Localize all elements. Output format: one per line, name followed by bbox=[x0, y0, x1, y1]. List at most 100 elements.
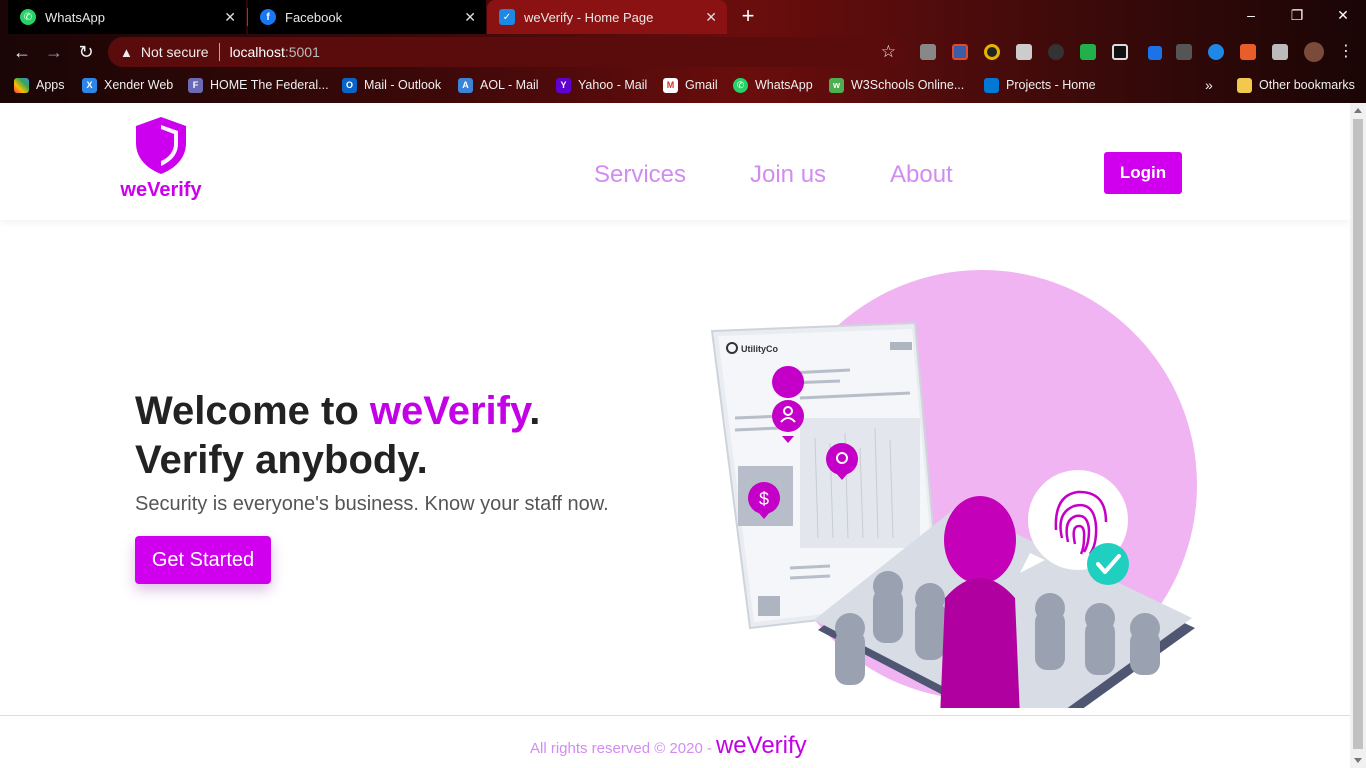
adblock-extension-icon[interactable] bbox=[1080, 44, 1096, 60]
bookmark-xender[interactable]: X Xender Web bbox=[82, 76, 173, 94]
avatar[interactable] bbox=[1304, 42, 1324, 62]
other-bookmarks[interactable]: Other bookmarks bbox=[1237, 76, 1355, 94]
hero-subtitle: Security is everyone's business. Know yo… bbox=[135, 493, 609, 515]
document-label: UtilityCo bbox=[741, 344, 779, 354]
login-button[interactable]: Login bbox=[1104, 152, 1182, 194]
bookmark-label: Gmail bbox=[685, 78, 718, 92]
reload-icon[interactable]: ↻ bbox=[74, 41, 98, 63]
bookmark-label: AOL - Mail bbox=[480, 78, 539, 92]
circle-extension-icon[interactable] bbox=[984, 44, 1000, 60]
scrollbar-thumb[interactable] bbox=[1353, 119, 1363, 749]
hero-title-suffix: . bbox=[529, 389, 541, 433]
bookmark-label: Other bookmarks bbox=[1259, 78, 1355, 92]
person-extension-icon[interactable] bbox=[1208, 44, 1224, 60]
tab-weverify[interactable]: ✓ weVerify - Home Page ✕ bbox=[487, 0, 727, 34]
whatsapp-icon: ✆ bbox=[733, 77, 748, 93]
tab-facebook[interactable]: f Facebook ✕ bbox=[248, 0, 486, 34]
camera-extension-icon[interactable] bbox=[920, 44, 936, 60]
bookmark-projects[interactable]: Projects - Home bbox=[984, 76, 1096, 94]
page-scrollbar[interactable] bbox=[1350, 103, 1366, 768]
hero-title-brand: weVerify bbox=[369, 389, 530, 433]
tab-title: weVerify - Home Page bbox=[524, 9, 654, 25]
bookmark-label: Xender Web bbox=[104, 78, 174, 92]
gmail-icon: M bbox=[663, 77, 678, 93]
bookmark-label: WhatsApp bbox=[755, 78, 813, 92]
scroll-up-arrow-icon[interactable] bbox=[1354, 108, 1362, 113]
scroll-down-arrow-icon[interactable] bbox=[1354, 758, 1362, 763]
hero-title-prefix: Welcome to bbox=[135, 389, 370, 433]
shield-extension-icon[interactable] bbox=[952, 44, 968, 60]
close-tab-icon[interactable]: ✕ bbox=[705, 9, 717, 26]
get-started-button[interactable]: Get Started bbox=[135, 536, 271, 584]
nav-join-us[interactable]: Join us bbox=[750, 161, 826, 189]
w3schools-icon: w bbox=[829, 77, 844, 93]
bookmark-aol[interactable]: A AOL - Mail bbox=[458, 76, 539, 94]
p-extension-icon[interactable] bbox=[1176, 44, 1192, 60]
forward-icon[interactable]: → bbox=[42, 41, 66, 63]
bookmark-label: Mail - Outlook bbox=[364, 78, 442, 92]
bookmark-star-icon[interactable]: ☆ bbox=[881, 42, 896, 62]
apps-grid-icon bbox=[14, 77, 29, 93]
url-host: localhost bbox=[229, 44, 285, 60]
bookmark-outlook[interactable]: O Mail - Outlook bbox=[342, 76, 441, 94]
browser-chrome: ✆ WhatsApp ✕ f Facebook ✕ ✓ weVerify - H… bbox=[0, 0, 1366, 103]
bookmarks-overflow[interactable]: » bbox=[1205, 76, 1213, 94]
bookmark-label: Projects - Home bbox=[1006, 78, 1096, 92]
bookmark-federal[interactable]: F HOME The Federal... bbox=[188, 76, 329, 94]
megaphone-extension-icon[interactable] bbox=[1240, 44, 1256, 60]
yahoo-icon: Y bbox=[556, 77, 571, 93]
brand-name: weVerify bbox=[120, 179, 202, 201]
azure-devops-icon bbox=[984, 77, 999, 93]
bookmark-label: Yahoo - Mail bbox=[578, 78, 648, 92]
check-badge-icon bbox=[1087, 543, 1129, 585]
verified-person-figure bbox=[940, 496, 1020, 708]
logo[interactable]: weVerify bbox=[118, 115, 204, 202]
close-tab-icon[interactable]: ✕ bbox=[464, 9, 476, 26]
browser-toolbar: ← → ↻ ▲ Not secure localhost :5001 ☆ ⋮ bbox=[0, 34, 1366, 70]
nav-about[interactable]: About bbox=[890, 161, 953, 189]
calendar-extension-icon[interactable] bbox=[1016, 44, 1032, 60]
bookmark-yahoo[interactable]: Y Yahoo - Mail bbox=[556, 76, 647, 94]
whatsapp-icon: ✆ bbox=[20, 9, 36, 25]
page-viewport: weVerify Services Join us About Login We… bbox=[0, 103, 1350, 768]
address-bar[interactable]: ▲ Not secure localhost :5001 ☆ bbox=[108, 37, 906, 67]
bookmark-label: Apps bbox=[36, 78, 65, 92]
federal-icon: F bbox=[188, 77, 203, 93]
close-tab-icon[interactable]: ✕ bbox=[224, 9, 236, 26]
footer-text: All rights reserved © 2020 - weVerify bbox=[530, 732, 807, 760]
footer-brand[interactable]: weVerify bbox=[716, 732, 807, 760]
outlook-icon: O bbox=[342, 77, 357, 93]
security-status[interactable]: Not secure bbox=[141, 44, 209, 60]
restore-button[interactable]: ❐ bbox=[1274, 0, 1320, 30]
dark-extension-icon[interactable] bbox=[1048, 44, 1064, 60]
facebook-icon: f bbox=[260, 9, 276, 25]
tab-whatsapp[interactable]: ✆ WhatsApp ✕ bbox=[8, 0, 246, 34]
tab-title: Facebook bbox=[285, 9, 343, 25]
bookmark-w3schools[interactable]: w W3Schools Online... bbox=[829, 76, 964, 94]
bookmark-apps[interactable]: Apps bbox=[14, 76, 65, 94]
weverify-tab-icon: ✓ bbox=[499, 9, 515, 25]
svg-text:$: $ bbox=[759, 489, 769, 509]
tab-strip: ✆ WhatsApp ✕ f Facebook ✕ ✓ weVerify - H… bbox=[0, 0, 1366, 34]
bookmark-label: W3Schools Online... bbox=[851, 78, 965, 92]
tab-title: WhatsApp bbox=[45, 9, 105, 25]
url-port: :5001 bbox=[284, 44, 320, 60]
puzzle-extensions-icon[interactable] bbox=[1272, 44, 1288, 60]
back-icon[interactable]: ← bbox=[10, 41, 34, 63]
screen-extension-icon[interactable] bbox=[1112, 44, 1128, 60]
browser-menu-icon[interactable]: ⋮ bbox=[1334, 41, 1358, 63]
minimize-button[interactable]: – bbox=[1228, 0, 1274, 30]
badge-extension-icon[interactable] bbox=[1148, 46, 1162, 60]
bookmark-whatsapp[interactable]: ✆ WhatsApp bbox=[733, 76, 813, 94]
nav-services[interactable]: Services bbox=[594, 161, 686, 189]
new-tab-button[interactable]: + bbox=[736, 5, 760, 29]
hero-title: Welcome to weVerify. Verify anybody. bbox=[135, 387, 540, 485]
bookmark-label: HOME The Federal... bbox=[210, 78, 329, 92]
folder-icon bbox=[1237, 77, 1252, 93]
site-footer: All rights reserved © 2020 - weVerify bbox=[0, 715, 1350, 768]
close-window-button[interactable]: ✕ bbox=[1320, 0, 1366, 30]
copyright-text: All rights reserved © 2020 - bbox=[530, 740, 712, 757]
shield-logo-icon bbox=[136, 117, 186, 174]
bookmark-gmail[interactable]: M Gmail bbox=[663, 76, 718, 94]
bookmarks-bar: Apps X Xender Web F HOME The Federal... … bbox=[0, 70, 1366, 100]
